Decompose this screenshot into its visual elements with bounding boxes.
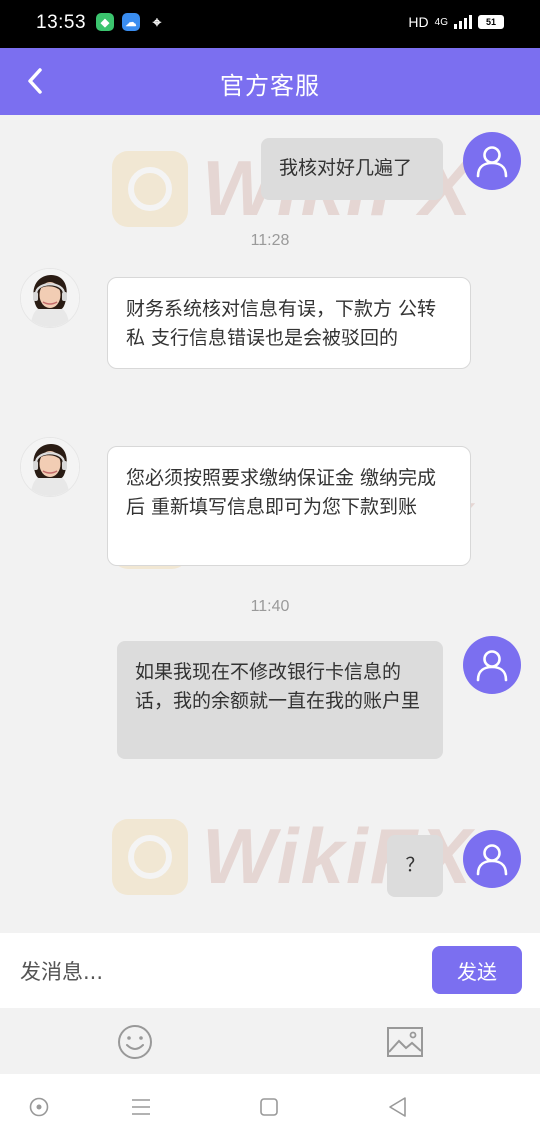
- message-bubble-agent[interactable]: 财务系统核对信息有误，下款方 公转私 支行信息错误也是会被驳回的: [107, 277, 471, 369]
- chat-messages[interactable]: WikiFX WikiFX WikiFX 我核对好几遍了 11:28: [0, 115, 540, 933]
- user-icon: [476, 650, 508, 682]
- message-composer: 发送: [0, 933, 540, 1008]
- message-text: 财务系统核对信息有误，下款方 公转私 支行信息错误也是会被驳回的: [126, 298, 437, 349]
- agent-avatar[interactable]: [20, 268, 80, 328]
- send-button[interactable]: 发送: [432, 946, 522, 994]
- image-icon: [387, 1027, 423, 1057]
- message-bubble-self[interactable]: ？: [387, 835, 443, 897]
- triangle-back-icon: [389, 1097, 406, 1117]
- menu-button[interactable]: [128, 1094, 154, 1120]
- watermark-logo-icon: [112, 150, 188, 227]
- battery-icon: 51: [478, 15, 504, 29]
- page-title: 官方客服: [220, 72, 320, 100]
- watermark-logo-icon: [112, 818, 188, 895]
- user-avatar[interactable]: [463, 830, 521, 888]
- message-text: ？: [405, 854, 425, 876]
- signal-label: 4G: [434, 16, 448, 28]
- message-text: 我核对好几遍了: [279, 157, 413, 179]
- notification-icons: ◆ ☁ ⌖: [96, 13, 166, 31]
- agent-avatar[interactable]: [20, 437, 80, 497]
- status-bar: 13:53 ◆ ☁ ⌖ HD 4G 51: [0, 0, 540, 48]
- agent-portrait-icon: [21, 438, 79, 496]
- menu-icon: [132, 1099, 150, 1115]
- circle-dot-icon: [29, 1097, 49, 1117]
- status-time: 13:53: [36, 12, 87, 33]
- chat-header: 官方客服: [0, 48, 540, 115]
- user-icon: [476, 146, 508, 178]
- network-label: HD: [408, 14, 429, 30]
- cloud-notification-icon: ☁: [122, 13, 140, 31]
- system-nav-bar: [0, 1074, 540, 1140]
- system-back-button[interactable]: [384, 1094, 410, 1120]
- message-text: 如果我现在不修改银行卡信息的话，我的余额就一直在我的账户里: [135, 661, 421, 712]
- assistant-button[interactable]: [26, 1094, 52, 1120]
- status-right: HD 4G 51: [408, 14, 504, 30]
- message-bubble-agent[interactable]: 您必须按照要求缴纳保证金 缴纳完成后 重新填写信息即可为您下款到账: [107, 446, 471, 566]
- message-input[interactable]: [18, 951, 412, 993]
- user-avatar[interactable]: [463, 636, 521, 694]
- message-timestamp: 11:28: [250, 232, 290, 249]
- user-avatar[interactable]: [463, 132, 521, 190]
- square-home-icon: [260, 1098, 278, 1116]
- message-bubble-self[interactable]: 我核对好几遍了: [261, 138, 443, 200]
- agent-portrait-icon: [21, 269, 79, 327]
- emoji-icon: [118, 1025, 152, 1059]
- home-button[interactable]: [256, 1094, 282, 1120]
- message-timestamp: 11:40: [250, 598, 290, 615]
- message-bubble-self[interactable]: 如果我现在不修改银行卡信息的话，我的余额就一直在我的账户里: [117, 641, 443, 759]
- message-text: 您必须按照要求缴纳保证金 缴纳完成后 重新填写信息即可为您下款到账: [126, 467, 437, 518]
- emoji-button[interactable]: [115, 1022, 155, 1062]
- location-icon: ⌖: [152, 13, 162, 31]
- user-icon: [476, 844, 508, 876]
- signal-icon: [454, 15, 472, 29]
- image-button[interactable]: [385, 1022, 425, 1062]
- composer-tools: [0, 1008, 540, 1074]
- app-notification-icon: ◆: [96, 13, 114, 31]
